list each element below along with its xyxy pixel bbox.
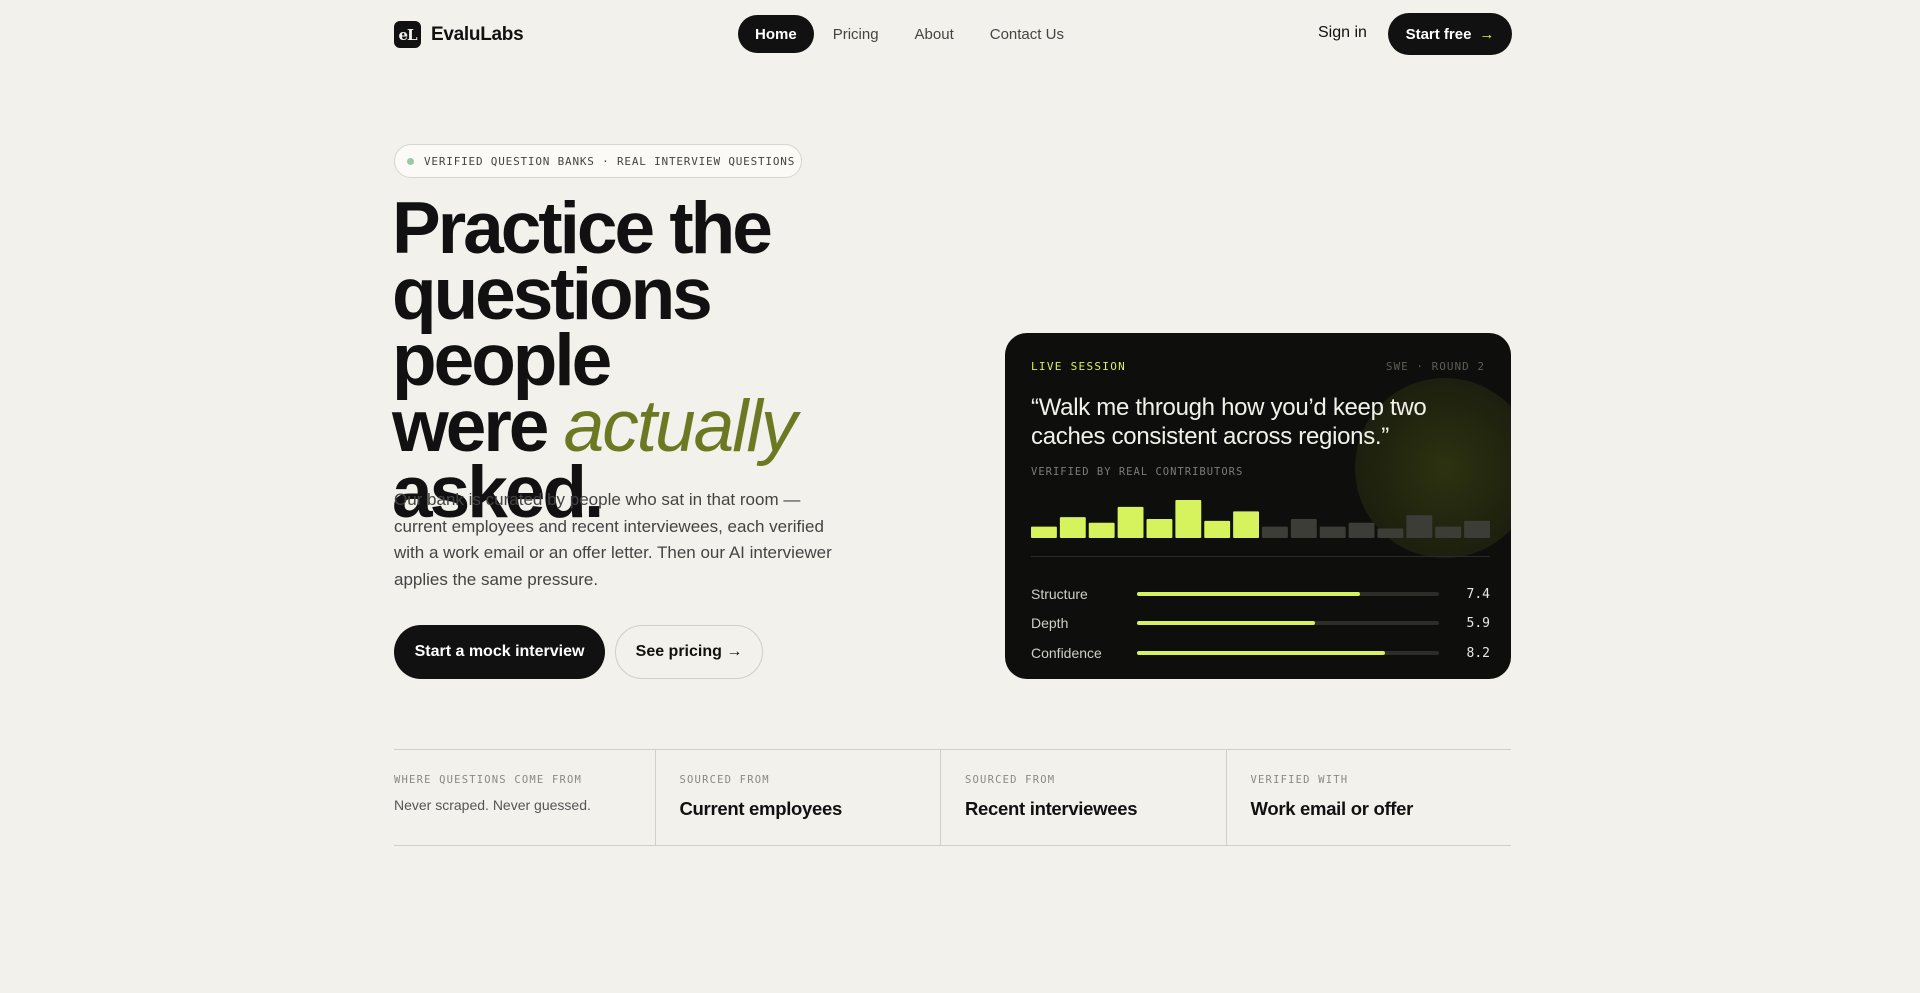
waveform-bar [1088, 522, 1115, 538]
strip-cell-origin: WHERE QUESTIONS COME FROM Never scraped.… [394, 750, 655, 845]
brand-name: EvaluLabs [431, 23, 524, 45]
nav-links: Home Pricing About Contact Us [738, 15, 1083, 53]
metric-name: Depth [1031, 615, 1069, 631]
card-divider [1031, 556, 1490, 557]
metric-confidence: Confidence 8.2 [1031, 643, 1490, 663]
headline-line-2: questions people [392, 254, 713, 401]
audio-waveform [1031, 500, 1490, 538]
strip-cell-text: Work email or offer [1250, 798, 1414, 819]
metric-depth: Depth 5.9 [1031, 613, 1490, 633]
logo-icon: eL [394, 21, 421, 48]
start-free-button[interactable]: Start free → [1388, 13, 1512, 55]
metric-structure: Structure 7.4 [1031, 584, 1490, 604]
waveform-bar [1262, 526, 1288, 538]
strip-cell-verification: VERIFIED WITH Work email or offer [1225, 750, 1512, 845]
metric-track [1137, 621, 1439, 625]
nav-link-about[interactable]: About [898, 15, 971, 53]
verified-badge: VERIFIED QUESTION BANKS · REAL INTERVIEW… [394, 144, 802, 178]
arrow-right-icon: → [1479, 25, 1495, 43]
waveform-bar [1117, 506, 1144, 538]
signin-link[interactable]: Sign in [1318, 24, 1367, 42]
waveform-bar [1377, 528, 1404, 538]
waveform-bar [1406, 515, 1433, 538]
strip-cell-text: Never scraped. Never guessed. [394, 797, 591, 813]
waveform-bar [1233, 511, 1260, 538]
waveform-bar [1319, 526, 1346, 538]
verified-contributors-label: VERIFIED BY REAL CONTRIBUTORS [1031, 466, 1244, 478]
waveform-bar [1348, 522, 1375, 538]
strip-cell-employees: SOURCED FROM Current employees [654, 750, 941, 845]
waveform-bar [1464, 520, 1490, 538]
metric-fill [1137, 621, 1316, 625]
waveform-bar [1175, 500, 1202, 538]
waveform-bar [1031, 526, 1057, 538]
status-dot-icon [407, 157, 414, 165]
live-session-label: LIVE SESSION [1031, 360, 1127, 373]
waveform-bar [1059, 517, 1086, 538]
session-meta: SWE · ROUND 2 [1385, 360, 1485, 373]
see-pricing-button[interactable]: See pricing → [615, 625, 763, 679]
metric-fill [1137, 592, 1361, 596]
strip-cell-label: SOURCED FROM [679, 774, 770, 786]
sourcing-strip: WHERE QUESTIONS COME FROM Never scraped.… [394, 749, 1511, 846]
waveform-bar [1435, 526, 1462, 538]
metric-name: Confidence [1031, 645, 1102, 661]
strip-cell-label: WHERE QUESTIONS COME FROM [394, 774, 583, 786]
start-mock-interview-button[interactable]: Start a mock interview [394, 625, 605, 679]
nav-link-pricing[interactable]: Pricing [816, 15, 896, 53]
strip-cell-text: Recent interviewees [965, 798, 1138, 819]
metric-track [1137, 651, 1439, 655]
metric-value: 8.2 [1466, 645, 1490, 661]
top-nav: eL EvaluLabs Home Pricing About Contact … [0, 0, 1920, 68]
nav-link-contact[interactable]: Contact Us [973, 15, 1081, 53]
strip-cell-label: VERIFIED WITH [1250, 774, 1349, 786]
live-session-card: LIVE SESSION SWE · ROUND 2 “Walk me thro… [1005, 333, 1511, 679]
start-free-label: Start free [1405, 25, 1472, 43]
verified-badge-text: VERIFIED QUESTION BANKS · REAL INTERVIEW… [424, 154, 796, 168]
metric-value: 7.4 [1466, 586, 1490, 602]
nav-link-home[interactable]: Home [738, 15, 814, 53]
waveform-bar [1146, 519, 1173, 538]
hero-lede: Our bank is curated by people who sat in… [394, 490, 832, 589]
metric-value: 5.9 [1466, 615, 1490, 631]
metric-fill [1137, 651, 1385, 655]
strip-cell-label: SOURCED FROM [965, 774, 1056, 786]
metric-track [1137, 592, 1439, 596]
waveform-bar [1204, 520, 1231, 538]
session-question: “Walk me through how you’d keep two cach… [1031, 394, 1427, 450]
brand[interactable]: eL EvaluLabs [394, 21, 524, 48]
waveform-bar [1290, 519, 1317, 538]
metric-name: Structure [1031, 586, 1088, 602]
strip-cell-interviewees: SOURCED FROM Recent interviewees [940, 750, 1226, 845]
hero-headline: Practice the questions people were actua… [392, 192, 932, 529]
strip-cell-text: Current employees [679, 798, 843, 819]
